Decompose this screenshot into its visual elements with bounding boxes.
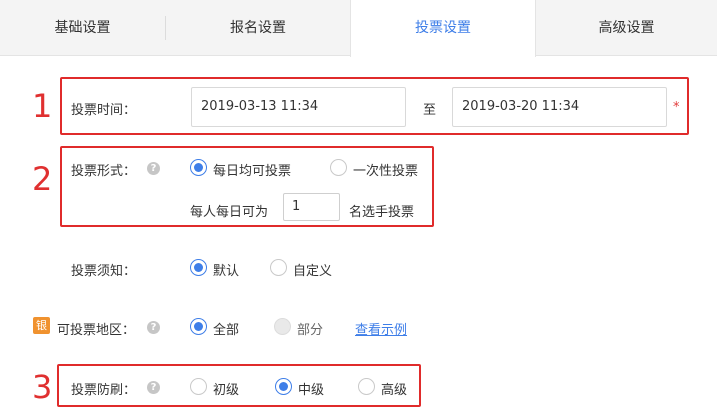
vote-form-once-label[interactable]: 一次性投票 (353, 160, 418, 179)
anti-fraud-advanced-label[interactable]: 高级 (381, 379, 407, 398)
vote-notice-label: 投票须知： (71, 264, 137, 279)
anti-fraud-basic-label[interactable]: 初级 (213, 379, 239, 398)
daily-votes-prefix: 每人每日可为 (190, 205, 269, 220)
anti-fraud-help-icon[interactable]: ? (147, 381, 160, 394)
annotation-number-2: 2 (32, 160, 53, 198)
tab-advanced-settings[interactable]: 高级设置 (536, 0, 717, 56)
silver-tier-badge: 银 (33, 317, 50, 334)
annotation-number-1: 1 (32, 87, 53, 125)
settings-tab-bar: 基础设置 报名设置 投票设置 高级设置 (0, 0, 717, 57)
required-mark: * (673, 100, 680, 115)
tab-basic-settings[interactable]: 基础设置 (0, 0, 165, 56)
anti-fraud-advanced-radio[interactable] (358, 378, 375, 395)
anti-fraud-basic-radio[interactable] (190, 378, 207, 395)
vote-notice-default-label[interactable]: 默认 (213, 260, 239, 279)
vote-region-partial-radio[interactable] (274, 318, 291, 335)
vote-end-time-input[interactable]: 2019-03-20 11:34 (452, 87, 667, 127)
vote-form-help-icon[interactable]: ? (147, 162, 160, 175)
vote-form-label: 投票形式： (71, 164, 137, 179)
vote-region-all-label[interactable]: 全部 (213, 319, 239, 338)
vote-time-label: 投票时间： (71, 103, 137, 118)
anti-fraud-label: 投票防刷： (71, 383, 137, 398)
annotation-number-3: 3 (32, 368, 53, 406)
vote-start-time-input[interactable]: 2019-03-13 11:34 (191, 87, 406, 127)
vote-form-daily-label[interactable]: 每日均可投票 (213, 160, 291, 179)
anti-fraud-medium-label[interactable]: 中级 (298, 379, 324, 398)
view-example-link[interactable]: 查看示例 (355, 319, 407, 338)
tab-vote-settings[interactable]: 投票设置 (350, 0, 536, 57)
vote-form-daily-radio[interactable] (190, 159, 207, 176)
vote-region-partial-label[interactable]: 部分 (297, 319, 323, 338)
vote-time-separator: 至 (423, 103, 437, 118)
vote-region-label: 可投票地区： (57, 323, 136, 338)
vote-notice-default-radio[interactable] (190, 259, 207, 276)
vote-form-once-radio[interactable] (330, 159, 347, 176)
vote-region-help-icon[interactable]: ? (147, 321, 160, 334)
tab-signup-settings[interactable]: 报名设置 (166, 0, 350, 56)
daily-votes-count-input[interactable]: 1 (283, 193, 340, 221)
vote-notice-custom-label[interactable]: 自定义 (293, 260, 332, 279)
anti-fraud-medium-radio[interactable] (275, 378, 292, 395)
vote-region-all-radio[interactable] (190, 318, 207, 335)
vote-notice-custom-radio[interactable] (270, 259, 287, 276)
daily-votes-suffix: 名选手投票 (349, 205, 415, 220)
